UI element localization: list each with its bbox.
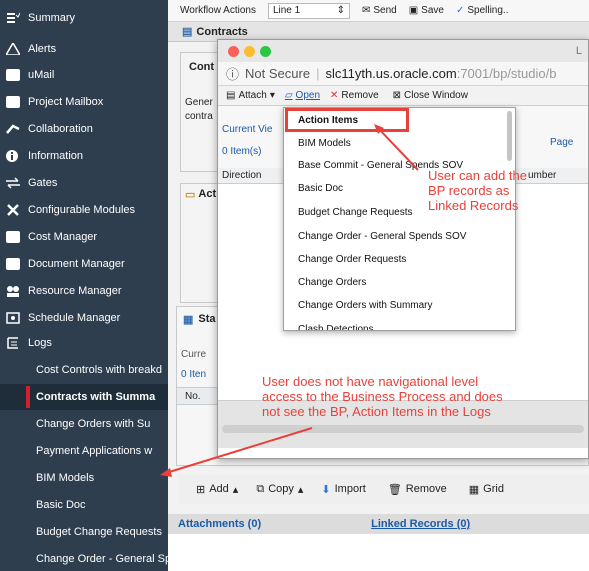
arrow-head-left <box>160 468 172 477</box>
annot-line: not see the BP, Action Items in the Logs <box>262 404 491 419</box>
import-icon: ⬇ <box>321 483 331 496</box>
add-icon: ⊞ <box>196 483 206 496</box>
caret-up-icon: ▴ <box>297 483 304 496</box>
copy-icon: ⧉ <box>256 482 265 495</box>
annot-line: User can add the <box>428 168 528 183</box>
form-footer <box>168 534 589 571</box>
import-label: Import <box>334 483 366 495</box>
linked-records-link[interactable]: Linked Records (0) <box>371 518 470 530</box>
annot-line: BP records as <box>428 183 510 198</box>
add-button[interactable]: ⊞ Add ▴ <box>196 483 238 496</box>
navigation-annotation: User does not have navigational level ac… <box>262 374 503 419</box>
arrow-line-left <box>165 427 313 474</box>
annot-line: access to the Business Process and does <box>262 389 503 404</box>
remove-bottom-button[interactable]: 🗑 Remove <box>388 483 447 496</box>
attachments-links-bar: Attachments (0) Linked Records (0) <box>168 514 589 534</box>
import-button[interactable]: ⬇ Import <box>321 483 365 496</box>
grid-icon: ▦ <box>468 483 480 496</box>
annot-line: User does not have navigational level <box>262 374 479 389</box>
caret-up-icon: ▴ <box>232 483 239 496</box>
attachments-link[interactable]: Attachments (0) <box>178 518 261 530</box>
linked-records-annotation: User can add the BP records as Linked Re… <box>428 168 527 213</box>
grid-label: Grid <box>483 483 504 495</box>
grid-button[interactable]: ▦ Grid <box>469 483 504 496</box>
add-label: Add <box>209 483 229 495</box>
arrow-line-up <box>377 127 419 171</box>
remove-bottom-label: Remove <box>405 483 447 495</box>
annot-line: Linked Records <box>428 198 519 213</box>
trash-icon: 🗑 <box>387 483 402 496</box>
copy-label: Copy <box>268 483 294 495</box>
copy-button[interactable]: ⧉ Copy ▴ <box>256 483 303 496</box>
attachments-toolbar: ⊞ Add ▴ ⧉ Copy ▴ ⬇ Import 🗑 Remove ▦ Gri… <box>178 474 589 504</box>
